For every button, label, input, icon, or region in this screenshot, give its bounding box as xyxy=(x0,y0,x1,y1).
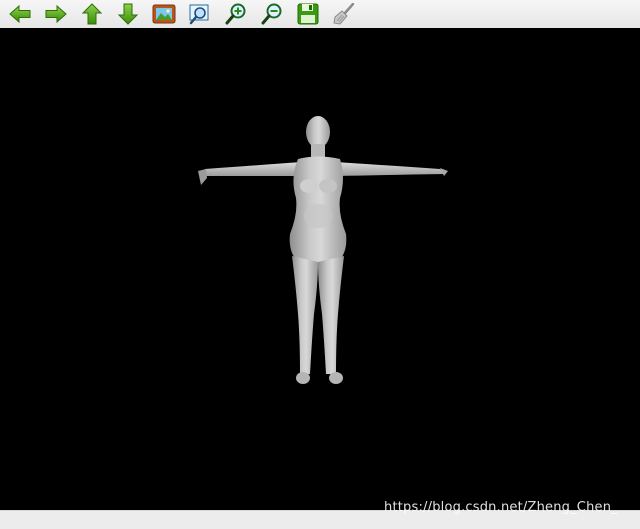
zoom-in-icon xyxy=(225,3,246,25)
arrow-up-icon xyxy=(81,3,103,25)
forward-button[interactable] xyxy=(43,2,69,26)
zoom-out-button[interactable] xyxy=(259,2,285,26)
clear-button[interactable] xyxy=(331,2,357,26)
3d-viewport[interactable] xyxy=(0,28,640,510)
watermark-text: https://blog.csdn.net/Zheng_Chen_ xyxy=(384,500,618,515)
zoom-in-button[interactable] xyxy=(223,2,249,26)
down-button[interactable] xyxy=(115,2,141,26)
save-button[interactable] xyxy=(295,2,321,26)
up-button[interactable] xyxy=(79,2,105,26)
zoom-fit-icon xyxy=(189,4,209,25)
zoom-out-icon xyxy=(261,3,282,25)
image-icon xyxy=(152,4,176,24)
arrow-down-icon xyxy=(117,3,139,25)
toolbar xyxy=(0,0,640,29)
arrow-right-icon xyxy=(45,4,67,24)
save-floppy-icon xyxy=(297,3,319,25)
load-image-button[interactable] xyxy=(151,2,177,26)
3d-human-mesh-model xyxy=(198,116,448,384)
back-button[interactable] xyxy=(7,2,33,26)
arrow-left-icon xyxy=(9,4,31,24)
broom-icon xyxy=(333,3,355,25)
zoom-fit-button[interactable] xyxy=(187,2,213,26)
